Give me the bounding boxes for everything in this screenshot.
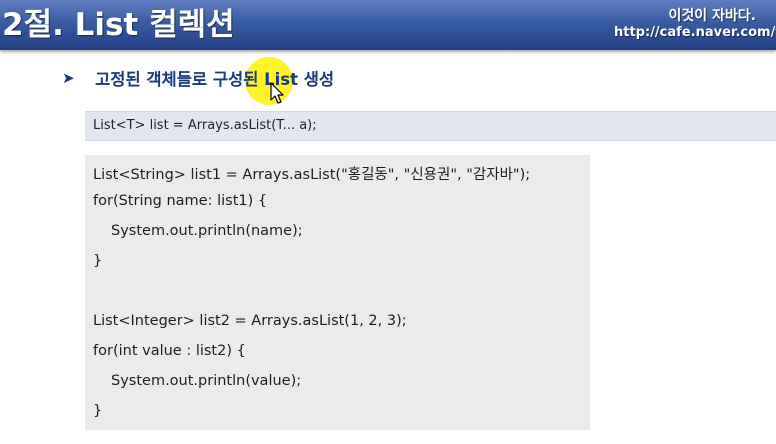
code-line: } <box>93 403 103 419</box>
mouse-pointer-icon <box>270 82 284 104</box>
code-line: for(int value : list2) { <box>93 343 246 359</box>
code-line: List<String> list1 = Arrays.asList("홍길동"… <box>93 167 531 183</box>
bullet-arrow-icon: ➤ <box>62 69 75 87</box>
code-line: for(String name: list1) { <box>93 193 268 209</box>
slide-header: 2절. List 컬렉션 이것이 자바다. http://cafe.naver.… <box>0 0 776 50</box>
method-signature: List<T> list = Arrays.asList(T... a); <box>93 118 317 133</box>
bullet-point: ➤ 고정된 객체들로 구성된 List 생성 <box>62 66 334 92</box>
code-example: List<String> list1 = Arrays.asList("홍길동"… <box>85 155 590 430</box>
code-line: System.out.println(value); <box>111 373 302 389</box>
code-line: } <box>93 253 103 269</box>
code-line: System.out.println(name); <box>111 223 303 239</box>
bullet-text: 고정된 객체들로 구성된 List 생성 <box>95 70 335 89</box>
slide-title: 2절. List 컬렉션 <box>2 7 235 43</box>
header-url: http://cafe.naver.com/this <box>614 25 776 40</box>
method-signature-box: List<T> list = Arrays.asList(T... a); <box>85 111 776 141</box>
header-slogan: 이것이 자바다. <box>668 8 756 24</box>
code-line: List<Integer> list2 = Arrays.asList(1, 2… <box>93 313 407 329</box>
